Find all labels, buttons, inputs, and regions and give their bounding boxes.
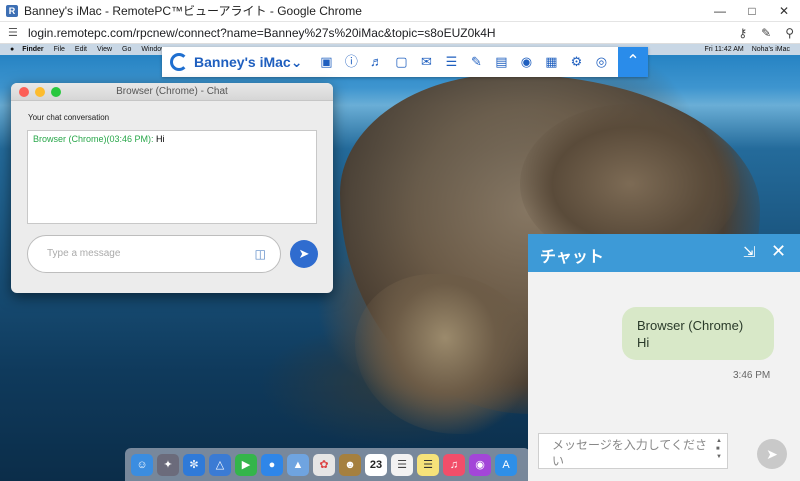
mac-chat-titlebar[interactable]: Browser (Chrome) - Chat [11, 83, 333, 101]
messages-icon[interactable]: ☰ [443, 54, 459, 70]
chat-send-button[interactable]: ➤ [757, 439, 787, 469]
close-traffic-light-icon[interactable] [19, 87, 29, 97]
remotepc-chat-panel: チャット ⇲ ✕ Browser (Chrome) Hi 3:46 PM メッセ… [528, 234, 800, 481]
preview-icon[interactable]: △ [209, 453, 231, 476]
minimize-icon[interactable]: — [704, 0, 736, 22]
maps-icon[interactable]: ▲ [287, 453, 309, 476]
mac-dock: ☺ ✦ ✼ △ ▶ ● ▲ ✿ ☻ 23 ☰ ☰ ♫ ◉ A [125, 448, 530, 481]
collapse-icon[interactable]: ⌃ [618, 47, 648, 77]
reminders-icon[interactable]: ☰ [391, 453, 413, 476]
view-icon[interactable]: ◎ [593, 54, 609, 70]
url-text[interactable]: login.remotepc.com/rpcnew/connect?name=B… [28, 26, 496, 40]
close-icon[interactable]: ✕ [768, 0, 800, 22]
browser-titlebar: R Banney's iMac - RemotePC™ビューアライト - Goo… [0, 0, 800, 22]
message-text: Hi [153, 134, 165, 144]
close-chat-icon[interactable]: ✕ [771, 241, 786, 262]
contacts-icon[interactable]: ☻ [339, 453, 361, 476]
address-bar[interactable]: ☰ login.remotepc.com/rpcnew/connect?name… [0, 22, 800, 44]
conversation-box: Browser (Chrome)(03:46 PM): Hi [27, 130, 317, 224]
menu-edit[interactable]: Edit [75, 44, 87, 55]
zoom-traffic-light-icon[interactable] [51, 87, 61, 97]
whiteboard-icon[interactable]: ✎ [468, 54, 484, 70]
maximize-icon[interactable]: □ [736, 0, 768, 22]
mac-send-button[interactable]: ➤ [290, 240, 318, 268]
disconnect-icon[interactable]: ▣ [318, 54, 334, 70]
export-chat-icon[interactable]: ⇲ [743, 243, 756, 261]
site-settings-icon[interactable]: ☰ [8, 26, 20, 39]
translate-icon[interactable]: ✎ [761, 26, 771, 40]
menu-finder[interactable]: Finder [22, 44, 43, 55]
conversation-label: Your chat conversation [28, 113, 110, 122]
remotepc-logo-icon [170, 53, 188, 71]
machine-name-dropdown[interactable]: Banney's iMac⌄ [194, 54, 302, 71]
launchpad-icon[interactable]: ✦ [157, 453, 179, 476]
password-key-icon[interactable]: ⚷ [738, 26, 747, 40]
facetime-icon[interactable]: ▶ [235, 453, 257, 476]
fullscreen-icon[interactable]: ▢ [393, 54, 409, 70]
menu-go[interactable]: Go [122, 44, 131, 55]
safari-icon[interactable]: ✼ [183, 453, 205, 476]
menu-file[interactable]: File [54, 44, 65, 55]
music-icon[interactable]: ♫ [443, 453, 465, 476]
zoom-icon[interactable]: ⚲ [785, 26, 794, 40]
machine-name-label[interactable]: Banney's iMac [194, 54, 291, 70]
chat-icon[interactable]: ✉ [418, 54, 434, 70]
info-icon[interactable]: ⓘ [343, 54, 359, 70]
message-sender: Browser (Chrome)(03:46 PM): [33, 134, 154, 144]
chat-message-bubble: Browser (Chrome) Hi [622, 307, 774, 360]
menubar-clock[interactable]: Fri 11:42 AM [705, 44, 744, 55]
menubar-user[interactable]: Noha's iMac [752, 44, 790, 55]
minimize-traffic-light-icon[interactable] [35, 87, 45, 97]
mac-message-input[interactable]: Type a message ◫ [27, 235, 281, 273]
screenshot-icon[interactable]: ◉ [518, 54, 534, 70]
bubble-sender: Browser (Chrome) [637, 318, 744, 333]
chat-panel-header: チャット ⇲ ✕ [528, 234, 800, 272]
bubble-text: Hi [637, 335, 650, 350]
podcasts-icon[interactable]: ◉ [469, 453, 491, 476]
sound-icon[interactable]: ♬ [368, 54, 384, 70]
input-scrollbar[interactable]: ▲ ■ ▼ [716, 437, 722, 461]
save-icon[interactable]: ◫ [255, 247, 266, 261]
remotepc-app-icon: R [6, 4, 18, 17]
file-transfer-icon[interactable]: ▤ [493, 54, 509, 70]
messages-app-icon[interactable]: ● [261, 453, 283, 476]
calendar-icon[interactable]: 23 [365, 453, 387, 476]
chat-message-input[interactable]: メッセージを入力してください [538, 433, 728, 469]
window-title: Banney's iMac - RemotePC™ビューアライト - Googl… [24, 4, 362, 18]
bubble-timestamp: 3:46 PM [733, 370, 771, 381]
finder-icon[interactable]: ☺ [131, 453, 153, 476]
mac-chat-window: Browser (Chrome) - Chat Your chat conver… [11, 83, 333, 293]
photos-icon[interactable]: ✿ [313, 453, 335, 476]
chat-panel-title: チャット [540, 249, 604, 266]
notes-icon[interactable]: ▦ [543, 54, 559, 70]
remotepc-toolbar: Banney's iMac⌄ ▣ ⓘ ♬ ▢ ✉ ☰ ✎ ▤ ◉ ▦ ⚙ ◎ ?… [162, 47, 648, 77]
settings-icon[interactable]: ⚙ [568, 54, 584, 70]
apple-icon[interactable]: ● [10, 44, 14, 55]
menu-view[interactable]: View [97, 44, 112, 55]
notes-app-icon[interactable]: ☰ [417, 453, 439, 476]
app-store-icon[interactable]: A [495, 453, 517, 476]
mac-message-placeholder: Type a message [47, 248, 121, 259]
